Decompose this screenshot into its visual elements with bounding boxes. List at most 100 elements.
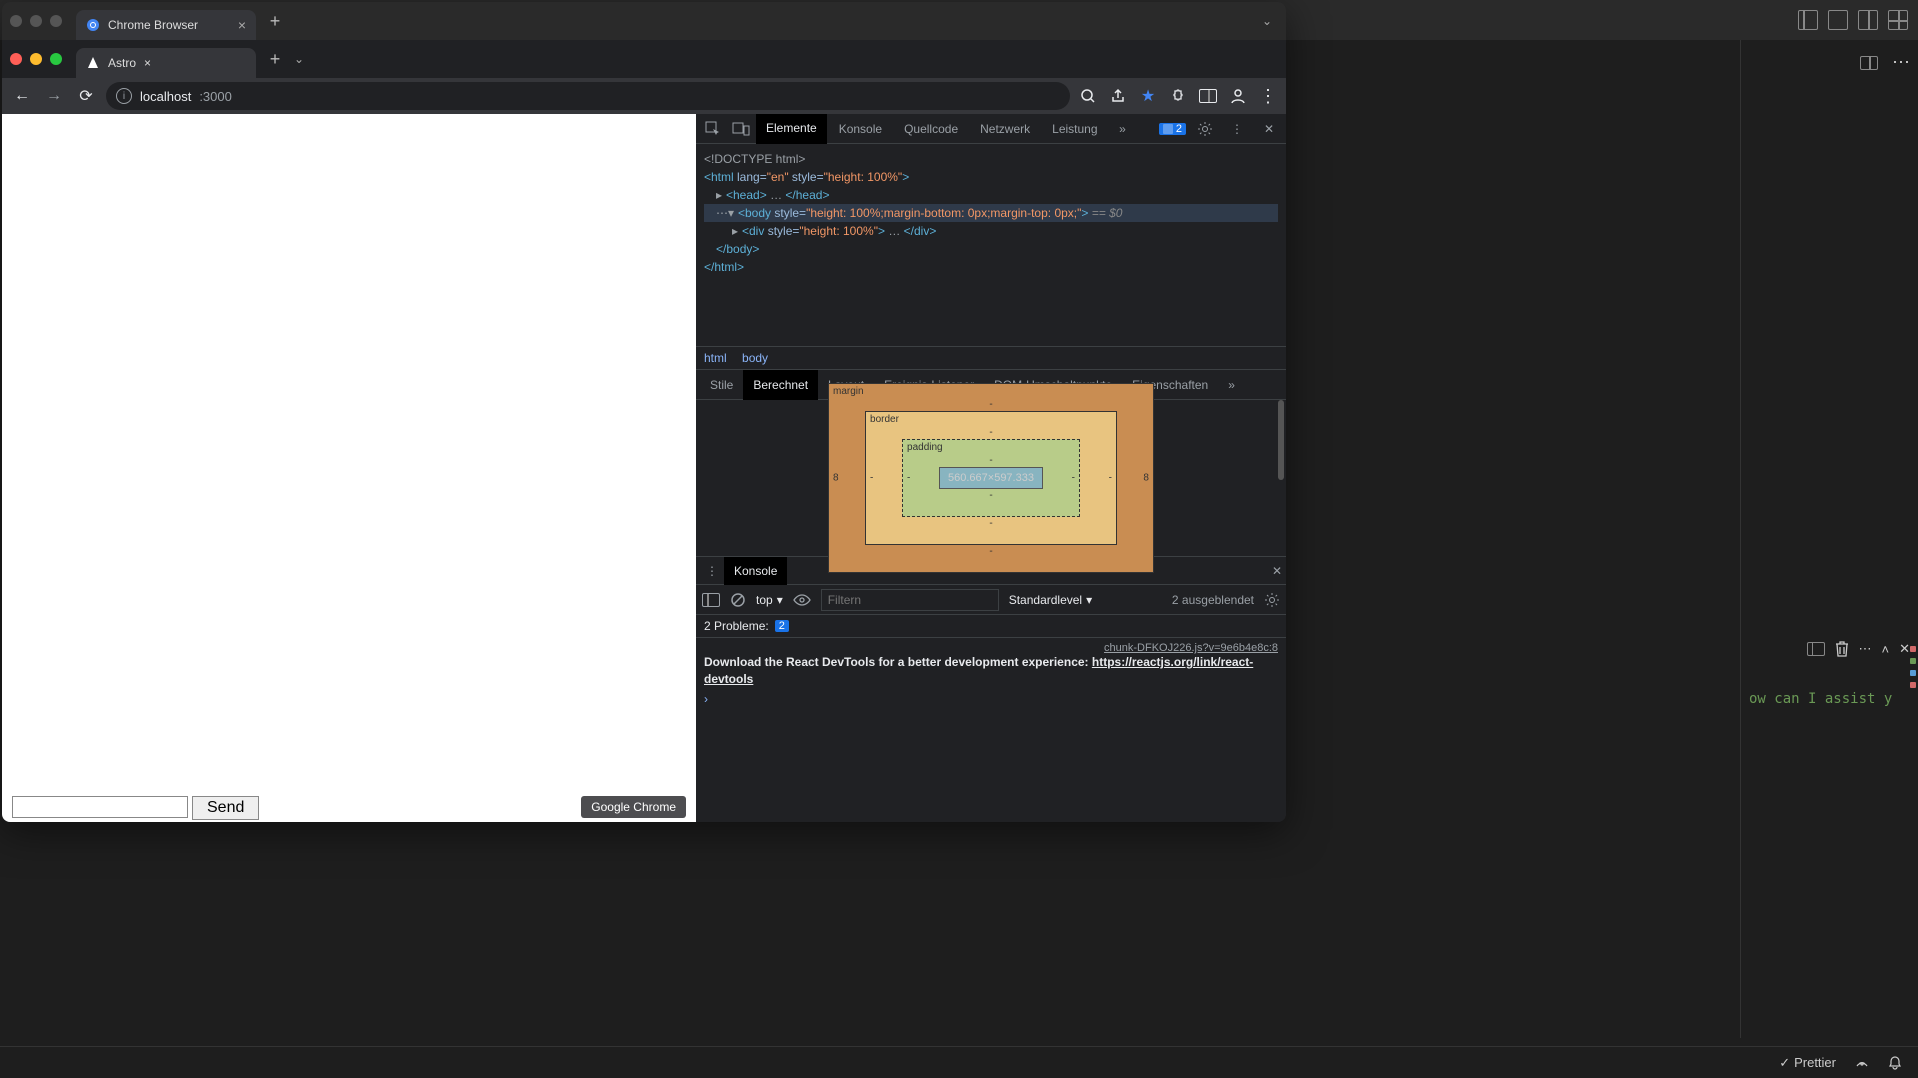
more-tabs-icon[interactable]: » <box>1110 116 1136 142</box>
sidebar-toggle-icon[interactable] <box>702 593 720 607</box>
devtools-tab-console[interactable]: Konsole <box>829 114 892 144</box>
close-icon[interactable]: ✕ <box>1256 116 1282 142</box>
boxmodel-value: 8 <box>833 473 839 484</box>
filter-input[interactable] <box>821 589 999 611</box>
dom-line[interactable]: </body> <box>704 240 1278 258</box>
browser-tab[interactable]: Astro × <box>76 48 256 78</box>
new-tab-button[interactable]: + <box>262 8 288 34</box>
log-level-selector[interactable]: Standardlevel ▾ <box>1009 593 1092 607</box>
chevron-down-icon[interactable]: ⌄ <box>288 52 310 66</box>
sidepanel-icon[interactable] <box>1198 86 1218 106</box>
console-source-link[interactable]: chunk-DFKOJ226.js?v=9e6b4e8c:8 <box>704 642 1278 654</box>
site-info-icon[interactable]: i <box>116 88 132 104</box>
editor-statusbar: ✓ Prettier <box>0 1046 1918 1078</box>
drawer-tab-console[interactable]: Konsole <box>724 557 787 585</box>
close-icon[interactable]: ✕ <box>1899 641 1910 657</box>
message-input[interactable] <box>12 796 188 818</box>
close-icon[interactable]: × <box>238 17 246 33</box>
menu-icon[interactable]: ⋮ <box>1258 86 1278 106</box>
console-toolbar: top ▾ Standardlevel ▾ 2 ausgeblendet <box>696 585 1286 615</box>
panel-icon[interactable] <box>1807 642 1825 656</box>
status-prettier-label: Prettier <box>1794 1055 1836 1070</box>
breadcrumb[interactable]: html body <box>696 346 1286 370</box>
dom-line[interactable]: <html lang="en" style="height: 100%"> <box>704 168 1278 186</box>
devtools-tab-network[interactable]: Netzwerk <box>970 114 1040 144</box>
boxmodel-value: - <box>939 454 1043 467</box>
share-icon[interactable] <box>1108 86 1128 106</box>
gear-icon[interactable] <box>1264 592 1280 608</box>
devtools-tabbar: Elemente Konsole Quellcode Netzwerk Leis… <box>696 114 1286 144</box>
kebab-icon[interactable]: ⋮ <box>1224 116 1250 142</box>
boxmodel-value: - <box>1072 473 1075 484</box>
layout-right-icon[interactable] <box>1858 10 1878 30</box>
code-snippet: ow can I assist y <box>1749 691 1910 707</box>
hidden-count[interactable]: 2 ausgeblendet <box>1172 593 1254 607</box>
status-prettier[interactable]: ✓ Prettier <box>1779 1055 1836 1071</box>
send-button[interactable]: Send <box>192 796 259 820</box>
content-split: Send Google Chrome Elemente Konsole Quel… <box>2 114 1286 822</box>
gear-icon[interactable] <box>1192 116 1218 142</box>
close-icon[interactable]: × <box>144 56 151 70</box>
astro-favicon-icon <box>86 56 100 70</box>
dom-line-selected[interactable]: ⋯▾<body style="height: 100%;margin-botto… <box>704 204 1278 222</box>
window-controls[interactable] <box>10 15 62 27</box>
live-expression-icon[interactable] <box>793 594 811 606</box>
dom-line[interactable]: ▸<head> … </head> <box>704 186 1278 204</box>
close-icon[interactable]: ✕ <box>1272 564 1282 578</box>
boxmodel-value: - <box>939 489 1043 502</box>
window-controls[interactable] <box>10 53 62 65</box>
address-bar[interactable]: i localhost:3000 <box>106 82 1070 110</box>
rendered-page: Send Google Chrome <box>2 114 696 822</box>
chevron-down-icon[interactable]: ⌄ <box>1256 14 1278 28</box>
dom-line[interactable]: <!DOCTYPE html> <box>704 150 1278 168</box>
forward-button[interactable]: → <box>42 84 66 108</box>
reload-button[interactable]: ⟳ <box>74 84 98 108</box>
profile-icon[interactable] <box>1228 86 1248 106</box>
more-icon[interactable]: ⋯ <box>1859 641 1872 657</box>
breadcrumb-item[interactable]: html <box>704 351 727 365</box>
layout-bottom-icon[interactable] <box>1828 10 1848 30</box>
boxmodel-value: - <box>902 426 1080 439</box>
zoom-icon[interactable] <box>1078 86 1098 106</box>
console-prompt[interactable]: › <box>704 692 1278 706</box>
clear-console-icon[interactable] <box>730 592 746 608</box>
console-body[interactable]: chunk-DFKOJ226.js?v=9e6b4e8c:8 Download … <box>696 638 1286 822</box>
problems-row[interactable]: 2 Probleme: 2 <box>696 615 1286 638</box>
chevron-up-icon[interactable]: ˄ <box>1882 642 1890 657</box>
dom-line[interactable]: </html> <box>704 258 1278 276</box>
layout-left-icon[interactable] <box>1798 10 1818 30</box>
scrollbar[interactable] <box>1278 400 1284 480</box>
devtools-tab-elements[interactable]: Elemente <box>756 114 827 144</box>
dom-tree[interactable]: <!DOCTYPE html> <html lang="en" style="h… <box>696 144 1286 282</box>
more-icon[interactable]: ⋯ <box>1892 52 1910 73</box>
breadcrumb-item[interactable]: body <box>742 351 768 365</box>
devtools-tab-sources[interactable]: Quellcode <box>894 114 968 144</box>
layout-grid-icon[interactable] <box>1888 10 1908 30</box>
status-bell-icon[interactable] <box>1888 1055 1902 1071</box>
trash-icon[interactable] <box>1835 641 1849 657</box>
back-button[interactable]: ← <box>10 84 34 108</box>
outer-tab-title: Chrome Browser <box>108 18 198 32</box>
inspect-icon[interactable] <box>700 116 726 142</box>
more-tabs-icon[interactable]: » <box>1218 370 1245 400</box>
extensions-icon[interactable] <box>1168 86 1188 106</box>
device-toggle-icon[interactable] <box>728 116 754 142</box>
dom-line[interactable]: ▸<div style="height: 100%"> … </div> <box>704 222 1278 240</box>
context-selector[interactable]: top ▾ <box>756 593 783 607</box>
outer-tab[interactable]: Chrome Browser × <box>76 10 256 40</box>
status-broadcast-icon[interactable] <box>1854 1055 1870 1071</box>
styles-tab-computed[interactable]: Berechnet <box>743 370 818 400</box>
boxmodel-margin-label: margin <box>833 386 864 397</box>
boxmodel[interactable]: margin - 8 8 border - - - padding <box>828 383 1154 573</box>
styles-tab-stile[interactable]: Stile <box>700 370 743 400</box>
minimap[interactable] <box>1910 640 1916 694</box>
kebab-icon[interactable]: ⋮ <box>700 564 724 578</box>
boxmodel-container: margin - 8 8 border - - - padding <box>696 400 1286 556</box>
bookmark-star-icon[interactable]: ★ <box>1138 86 1158 106</box>
devtools-tab-performance[interactable]: Leistung <box>1042 114 1107 144</box>
split-editor-icon[interactable] <box>1860 56 1878 70</box>
editor-side-panel: ⋯ ⋯ ˄ ✕ ow can I assist y <box>1740 40 1918 1038</box>
new-tab-button[interactable]: + <box>262 46 288 72</box>
boxmodel-value: - <box>865 398 1117 411</box>
issues-badge[interactable]: 2 <box>1159 123 1186 135</box>
